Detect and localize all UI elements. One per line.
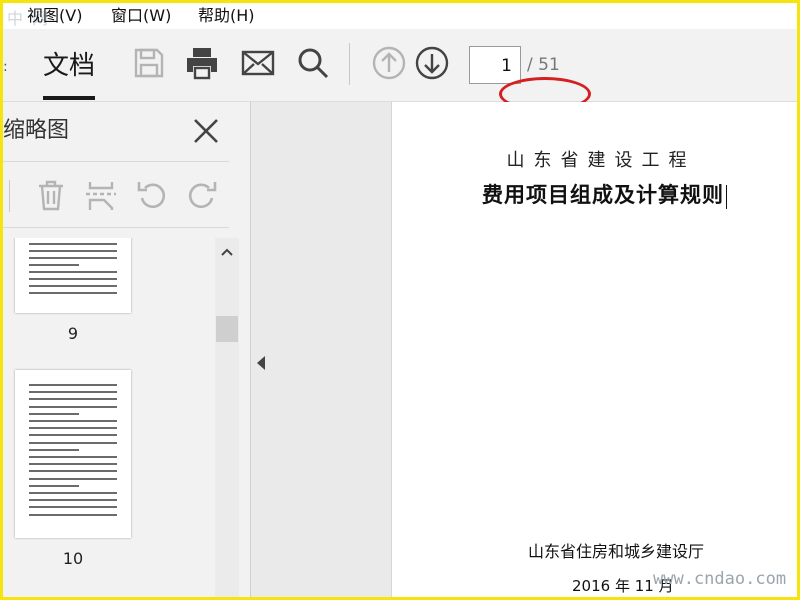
close-icon[interactable] [191, 116, 221, 146]
document-title: 费用项目组成及计算规则 [482, 179, 727, 209]
thumbnail-text-line [29, 456, 117, 458]
document-subtitle: 山东省建设工程 [506, 150, 696, 171]
chevron-up-icon[interactable] [219, 244, 235, 260]
toolbar-overflow[interactable]: : [3, 59, 8, 75]
print-icon[interactable] [184, 45, 220, 81]
thumbnail-label: 9 [67, 324, 79, 343]
thumbnail-text-line [29, 271, 117, 273]
panel-collapse-strip[interactable] [250, 102, 391, 597]
thumbnail-scrollbar[interactable] [215, 238, 239, 597]
page-number-input[interactable]: 1 [469, 46, 521, 84]
thumbnail-text-line [29, 441, 117, 444]
rotate-left-icon[interactable] [135, 178, 169, 212]
thumbnail-text-line [29, 499, 117, 502]
thumbnail-text-line [29, 384, 117, 386]
thumbnail-text-line [29, 448, 79, 451]
app-window: 中 网 视图(V) 窗口(W) 帮助(H) : 文档 1 / 51 缩略图 9 … [0, 0, 800, 600]
delete-icon[interactable] [34, 178, 68, 212]
thumbnail-text-line [29, 506, 117, 509]
mail-icon[interactable] [240, 45, 276, 81]
document-org: 山东省住房和城乡建设厅 [528, 542, 705, 561]
save-icon[interactable] [131, 45, 167, 81]
search-icon[interactable] [295, 45, 331, 81]
thumbnail-text-line [29, 492, 117, 494]
thumbnail-text-line [29, 278, 117, 280]
thumbnail-text-line [29, 285, 117, 287]
panel-divider-2 [3, 227, 229, 228]
toolbar-separator [349, 43, 350, 85]
document-title-text: 费用项目组成及计算规则 [482, 182, 724, 207]
toolbar: : 文档 1 / 51 [3, 29, 797, 111]
thumbnail-text-line [29, 427, 117, 430]
thumbnail-text-line [29, 292, 117, 294]
thumbnail-text-line [29, 434, 117, 437]
thumbnail-text-line [29, 513, 117, 516]
tab-document[interactable]: 文档 [43, 49, 95, 83]
thumbnail-text-line [29, 264, 79, 266]
panel-title: 缩略图 [3, 118, 70, 143]
menu-bar: 中 网 视图(V) 窗口(W) 帮助(H) [3, 3, 797, 29]
thumbnail-text-line [29, 391, 117, 394]
page-up-icon[interactable] [371, 45, 407, 81]
thumbnail-text-line [29, 405, 117, 408]
rotate-right-icon[interactable] [185, 178, 219, 212]
chevron-left-icon[interactable] [257, 356, 265, 370]
tab-active-indicator [43, 96, 95, 100]
thumbnail-text-line [29, 250, 117, 252]
page-down-icon[interactable] [414, 45, 450, 81]
page-total: / 51 [527, 55, 560, 75]
thumbnail-label: 10 [62, 549, 84, 568]
menu-help[interactable]: 帮助(H) [198, 6, 255, 26]
panel-divider [3, 161, 229, 162]
text-cursor [726, 184, 727, 209]
scrollbar-thumb[interactable] [216, 316, 238, 342]
thumbnail-page-9[interactable] [15, 238, 131, 313]
thumbnail-list: 9 10 [3, 238, 215, 597]
extract-icon[interactable] [84, 178, 118, 212]
thumbnail-text-line [29, 484, 79, 487]
thumbnail-text-line [29, 257, 117, 259]
document-page: 山东省建设工程 费用项目组成及计算规则 山东省住房和城乡建设厅 2016 年 1… [391, 102, 797, 597]
thumbnail-text-line [29, 477, 117, 480]
thumbnail-text-line [29, 398, 117, 401]
thumbnail-page-10[interactable] [15, 370, 131, 538]
thumbnail-text-line [29, 420, 117, 422]
thumbnail-text-line [29, 470, 117, 473]
menu-view[interactable]: 视图(V) [27, 6, 82, 26]
thumbnail-tools [3, 172, 229, 220]
tool-separator [9, 180, 10, 212]
thumbnail-text-line [29, 463, 117, 466]
watermark-bottom: www.cndao.com [653, 569, 787, 589]
menu-window[interactable]: 窗口(W) [111, 6, 171, 26]
thumbnail-text-line [29, 243, 117, 245]
thumbnail-text-line [29, 412, 79, 415]
